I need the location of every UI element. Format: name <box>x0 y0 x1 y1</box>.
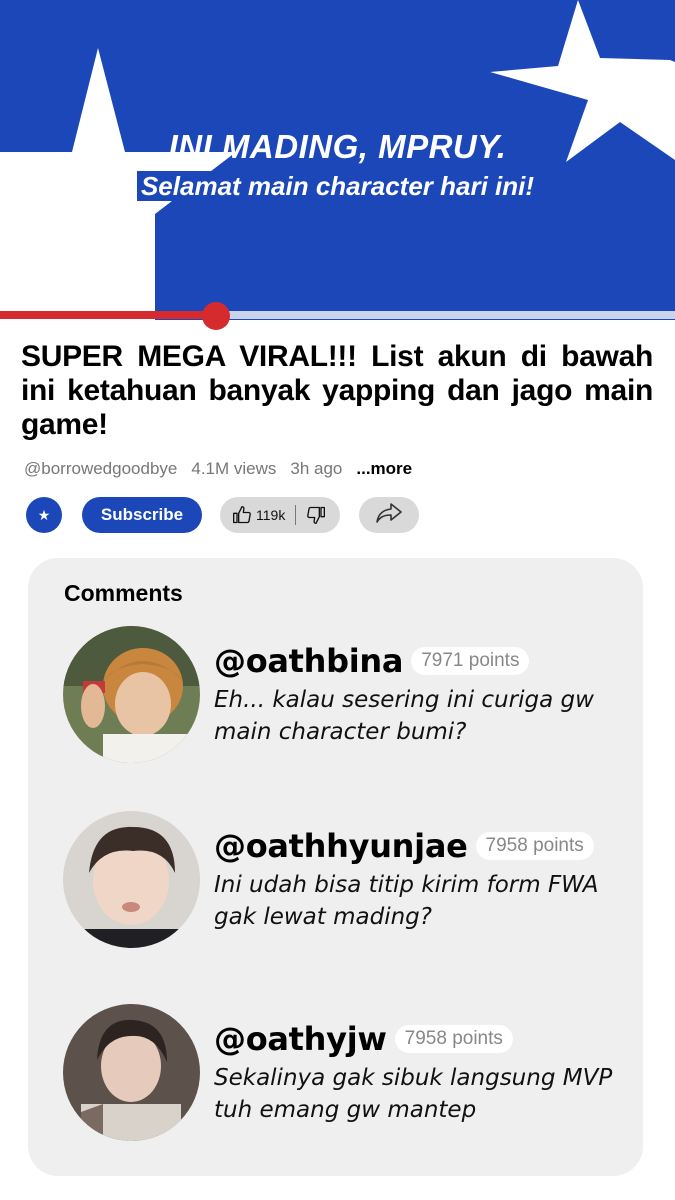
like-divider <box>295 505 297 525</box>
subscribe-button[interactable]: Subscribe <box>82 497 202 533</box>
comment-header: @oathhyunjae 7958 points <box>214 827 594 865</box>
comment-header: @oathbina 7971 points <box>214 642 530 680</box>
channel-avatar[interactable]: ★ <box>26 497 62 533</box>
avatar[interactable] <box>63 1004 200 1141</box>
more-link[interactable]: ...more <box>356 459 412 479</box>
avatar[interactable] <box>63 811 200 948</box>
view-count: 4.1M views <box>191 459 277 478</box>
video-thumbnail-banner[interactable]: INI MADING, MPRUY. Selamat main characte… <box>0 0 675 320</box>
upload-age: 3h ago <box>290 459 343 478</box>
share-button[interactable] <box>359 497 419 533</box>
comment-handle[interactable]: @oathbina <box>214 642 404 680</box>
comment-item[interactable]: @oathyjw 7958 points Sekalinya gak sibuk… <box>63 1004 638 1144</box>
video-title: SUPER MEGA VIRAL!!! List akun di bawah i… <box>21 340 653 441</box>
points-badge: 7958 points <box>475 832 594 860</box>
comment-text: Eh... kalau sesering ini curiga gw main … <box>214 687 594 745</box>
comment-item[interactable]: @oathhyunjae 7958 points Ini udah bisa t… <box>63 811 638 951</box>
avatar[interactable] <box>63 626 200 763</box>
progress-fill <box>0 311 216 319</box>
like-dislike-pill: 119k <box>220 497 340 533</box>
video-actions-row: ★ Subscribe 119k <box>26 497 666 533</box>
points-badge: 7971 points <box>411 647 530 675</box>
thumbs-down-icon[interactable] <box>306 505 326 525</box>
star-icon: ★ <box>37 506 51 523</box>
comment-handle[interactable]: @oathhyunjae <box>214 827 468 865</box>
progress-scrubber-handle[interactable] <box>202 302 230 330</box>
comment-text: Ini udah bisa titip kirim form FWA gak l… <box>214 872 599 930</box>
comment-handle[interactable]: @oathyjw <box>214 1020 387 1058</box>
banner-title: INI MADING, MPRUY. <box>168 128 507 165</box>
video-meta-row: @borrowedgoodbye 4.1M views 3h ago ...mo… <box>24 459 412 479</box>
share-icon <box>374 501 404 530</box>
points-badge: 7958 points <box>394 1025 513 1053</box>
comments-panel: Comments @oathbina 7971 points Eh... kal… <box>28 558 643 1176</box>
comments-heading: Comments <box>64 580 183 606</box>
thumbs-up-icon[interactable] <box>232 505 252 525</box>
video-progress-bar[interactable] <box>0 302 675 330</box>
comment-item[interactable]: @oathbina 7971 points Eh... kalau seseri… <box>63 626 638 766</box>
channel-handle[interactable]: @borrowedgoodbye <box>24 459 177 479</box>
comment-text: Sekalinya gak sibuk langsung MVP tuh ema… <box>214 1065 613 1123</box>
like-count: 119k <box>256 507 286 523</box>
comment-header: @oathyjw 7958 points <box>214 1020 513 1058</box>
banner-subtitle: Selamat main character hari ini! <box>0 171 675 202</box>
